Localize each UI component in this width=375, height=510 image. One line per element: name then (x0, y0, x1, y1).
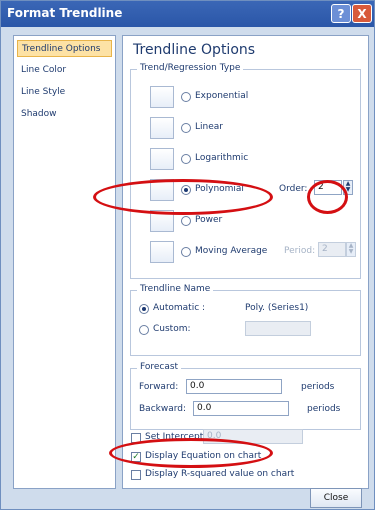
automatic-radio[interactable] (139, 304, 149, 314)
linear-radio[interactable] (181, 123, 191, 133)
sidebar: Trendline Options Line Color Line Style … (13, 35, 116, 489)
forward-input[interactable]: 0.0 (186, 379, 282, 394)
period-spinner[interactable]: ▲ ▼ (346, 242, 356, 257)
power-radio[interactable] (181, 216, 191, 226)
panel-title: Trendline Options (133, 42, 256, 58)
logarithmic-label: Logarithmic (195, 153, 249, 163)
trendline-name-label: Trendline Name (137, 284, 214, 294)
custom-label: Custom: (153, 324, 191, 334)
moving-average-radio[interactable] (181, 247, 191, 257)
exponential-trend-icon (150, 86, 174, 108)
close-button[interactable]: Close (310, 488, 362, 508)
exponential-label: Exponential (195, 91, 249, 101)
period-label: Period: (284, 246, 316, 256)
backward-unit: periods (307, 404, 341, 414)
period-input[interactable]: 2 (318, 242, 346, 257)
backward-input[interactable]: 0.0 (193, 401, 289, 416)
set-intercept-input[interactable]: 0.0 (203, 429, 303, 444)
moving-average-label: Moving Average (195, 246, 268, 256)
polynomial-label: Polynomial (195, 184, 244, 194)
trendline-options-panel: Trendline Options Trend/Regression Type … (122, 35, 369, 489)
forecast-group: Forecast Forward: 0.0 periods Backward: … (130, 362, 361, 430)
moving-average-trend-icon (150, 241, 174, 263)
set-intercept-checkbox[interactable] (131, 433, 141, 443)
forward-label: Forward: (139, 382, 179, 392)
sidebar-item-shadow[interactable]: Shadow (17, 106, 112, 123)
custom-name-input[interactable] (245, 321, 311, 336)
display-rsquared-checkbox[interactable] (131, 470, 141, 480)
sidebar-item-line-color[interactable]: Line Color (17, 62, 112, 79)
automatic-name-value: Poly. (Series1) (245, 303, 309, 313)
order-label: Order: (279, 184, 308, 194)
automatic-label: Automatic : (153, 303, 206, 313)
order-spinner[interactable]: ▲ ▼ (343, 180, 353, 195)
display-equation-checkbox[interactable]: ✓ (131, 452, 141, 462)
power-trend-icon (150, 210, 174, 232)
forecast-label: Forecast (137, 362, 182, 372)
close-icon[interactable]: X (352, 4, 372, 23)
logarithmic-radio[interactable] (181, 154, 191, 164)
help-icon[interactable]: ? (331, 4, 351, 23)
linear-label: Linear (195, 122, 223, 132)
display-equation-label: Display Equation on chart (145, 451, 262, 461)
regression-type-group: Trend/Regression Type Exponential Linear… (130, 63, 361, 279)
linear-trend-icon (150, 117, 174, 139)
custom-radio[interactable] (139, 325, 149, 335)
format-trendline-dialog: Format Trendline ? X Trendline Options L… (0, 0, 375, 510)
power-label: Power (195, 215, 223, 225)
sidebar-item-line-style[interactable]: Line Style (17, 84, 112, 101)
trendline-name-group: Trendline Name Automatic : Poly. (Series… (130, 284, 361, 356)
title-bar: Format Trendline ? X (1, 1, 374, 27)
polynomial-trend-icon (150, 179, 174, 201)
order-input[interactable]: 2 (314, 180, 342, 195)
polynomial-radio[interactable] (181, 185, 191, 195)
display-rsquared-label: Display R-squared value on chart (145, 469, 295, 479)
logarithmic-trend-icon (150, 148, 174, 170)
regression-type-label: Trend/Regression Type (137, 63, 244, 73)
exponential-radio[interactable] (181, 92, 191, 102)
dialog-title: Format Trendline (7, 6, 123, 20)
sidebar-item-trendline-options[interactable]: Trendline Options (17, 40, 112, 57)
backward-label: Backward: (139, 404, 187, 414)
forward-unit: periods (301, 382, 335, 392)
